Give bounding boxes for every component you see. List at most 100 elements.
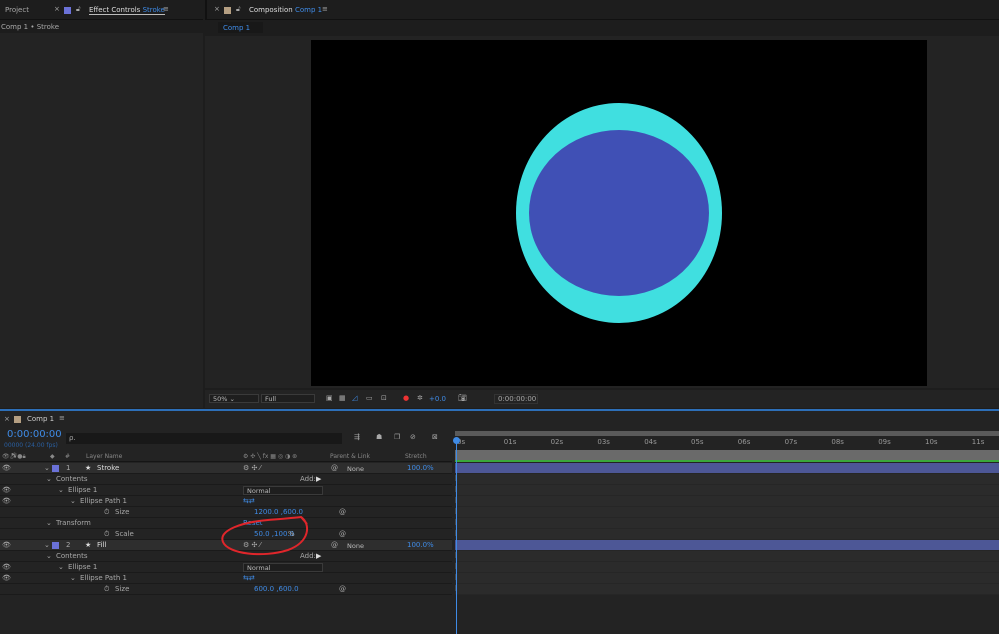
eye-icon[interactable]: 👁︎ <box>2 485 11 496</box>
comp-color-swatch <box>14 416 21 423</box>
property-row[interactable]: 👁︎ ⌄ Ellipse 1 Normal <box>0 562 452 573</box>
property-row[interactable]: 👁︎ ⌄ Ellipse 1 Normal <box>0 485 452 496</box>
expand-chevron-icon[interactable]: ⌄ <box>58 562 64 573</box>
stopwatch-icon[interactable]: ⏱︎ <box>104 507 109 518</box>
layer-header: 👁︎🔊︎●🔒︎ ◆ # Layer Name ⚙ ✣ ╲ fx ▦ ◎ ◑ ⊛ … <box>0 452 452 462</box>
tick-label: 01s <box>503 438 517 446</box>
pickwhip-icon[interactable]: @ <box>331 540 338 551</box>
tab-effect-controls[interactable]: Effect Controls Stroke <box>89 6 165 15</box>
close-icon[interactable]: × <box>4 415 10 423</box>
layer-row[interactable]: 👁︎ ⌄ 1 ★ Stroke ⚙ ✣ ⁄ @ None 100.0% <box>0 463 452 474</box>
composition-canvas[interactable] <box>311 40 927 386</box>
viewer-timecode[interactable]: 0:00:00:00 <box>494 394 538 404</box>
lock-icon[interactable]: 🔓︎ <box>236 5 241 14</box>
layer-switches[interactable]: ⚙ ✣ ⁄ <box>243 463 261 474</box>
expression-pickwhip-icon[interactable]: @ <box>339 584 346 595</box>
parent-dropdown[interactable]: None <box>343 464 398 473</box>
blend-mode-dropdown[interactable]: Normal <box>243 486 323 495</box>
blend-mode-value: Normal <box>247 487 271 495</box>
tab-timeline-comp[interactable]: Comp 1 <box>27 415 54 423</box>
stretch-value[interactable]: 100.0% <box>407 540 434 551</box>
stopwatch-icon[interactable]: ⏱︎ <box>104 584 109 595</box>
comp-subtab[interactable]: Comp 1 <box>218 22 263 33</box>
menu-icon[interactable]: ≡ <box>322 5 328 13</box>
snapshot-icon[interactable]: 📷︎ <box>458 394 467 402</box>
tab-label: Effect Controls <box>89 6 141 14</box>
header-num: # <box>65 453 71 460</box>
header-layer-name[interactable]: Layer Name <box>86 452 122 462</box>
eye-icon[interactable]: 👁︎ <box>2 496 11 507</box>
playhead-handle[interactable] <box>453 437 460 444</box>
layer-color-swatch <box>64 7 71 14</box>
eye-icon[interactable]: 👁︎ <box>2 573 11 584</box>
eye-icon[interactable]: 👁︎ <box>2 562 11 573</box>
close-icon[interactable]: × <box>214 5 220 13</box>
property-value[interactable]: 600.0 ,600.0 <box>254 584 299 595</box>
expand-chevron-icon[interactable]: ⌄ <box>58 485 64 496</box>
menu-icon[interactable]: ≡ <box>163 5 169 13</box>
label-color-swatch[interactable] <box>52 542 59 549</box>
path-direction-icon[interactable]: ⇆⇄ <box>243 496 255 507</box>
property-row[interactable]: ⌄ Contents Add: ▶ <box>0 474 452 485</box>
grid-icon[interactable]: ⊡ <box>381 394 387 402</box>
zoom-dropdown[interactable]: 50% ⌄ <box>209 394 259 403</box>
graph-editor-icon[interactable]: ⊠ <box>432 433 438 441</box>
property-row[interactable]: 👁︎ ⌄ Ellipse Path 1 ⇆⇄ <box>0 496 452 507</box>
add-button-icon[interactable]: ▶ <box>316 474 321 485</box>
star-icon: ★ <box>85 541 92 549</box>
label-color-swatch[interactable] <box>52 465 59 472</box>
work-area-bar[interactable] <box>455 431 999 436</box>
expand-chevron-icon[interactable]: ⌄ <box>70 496 76 507</box>
effect-layer-name: Stroke <box>142 6 165 14</box>
tab-project[interactable]: Project <box>5 6 29 14</box>
exposure-value[interactable]: +0.0 <box>429 395 446 403</box>
property-row[interactable]: ⏱︎ Size 600.0 ,600.0 @ <box>0 584 452 595</box>
tick-label: 03s <box>597 438 610 446</box>
expand-chevron-icon[interactable]: ⌄ <box>44 540 50 551</box>
guides-icon[interactable]: ▭ <box>366 394 373 402</box>
expand-chevron-icon[interactable]: ⌄ <box>44 463 50 474</box>
layer-name[interactable]: Fill <box>97 540 106 551</box>
property-name: Contents <box>56 475 88 483</box>
layer-name[interactable]: Stroke <box>97 463 119 474</box>
expand-chevron-icon[interactable]: ⌄ <box>46 551 52 562</box>
motion-blur-icon[interactable]: ⊘ <box>410 433 416 441</box>
expand-chevron-icon[interactable]: ⌄ <box>70 573 76 584</box>
close-icon[interactable]: × <box>54 5 60 13</box>
label-icon: ◆ <box>50 453 55 460</box>
exposure-icon[interactable]: ✲ <box>417 394 423 402</box>
tab-composition[interactable]: Composition Comp 1 <box>249 6 322 14</box>
region-icon[interactable]: ▣ <box>326 394 333 402</box>
eye-icon[interactable]: 👁︎ <box>2 463 11 474</box>
expression-pickwhip-icon[interactable]: @ <box>339 507 346 518</box>
stopwatch-icon[interactable]: ⏱︎ <box>104 529 109 540</box>
transparency-grid-icon[interactable]: ▦ <box>339 394 346 402</box>
expression-pickwhip-icon[interactable]: @ <box>339 529 346 540</box>
expand-chevron-icon[interactable]: ⌄ <box>46 474 52 485</box>
resolution-dropdown[interactable]: Full <box>261 394 315 403</box>
playhead[interactable] <box>456 438 457 634</box>
mask-visibility-icon[interactable]: ◿ <box>352 394 357 402</box>
composition-mini-flowchart-icon[interactable]: ⇶ <box>354 433 360 441</box>
pickwhip-icon[interactable]: @ <box>331 463 338 474</box>
channel-icon[interactable]: ● <box>403 394 409 402</box>
tab-label: Composition <box>249 6 293 14</box>
fill-ellipse <box>529 130 709 296</box>
layer-search-input[interactable]: ρ. <box>66 433 342 444</box>
lock-icon[interactable]: 🔓︎ <box>76 5 81 14</box>
property-row[interactable]: 👁︎ ⌄ Ellipse Path 1 ⇆⇄ <box>0 573 452 584</box>
menu-icon[interactable]: ≡ <box>59 414 65 422</box>
path-direction-icon[interactable]: ⇆⇄ <box>243 573 255 584</box>
header-stretch: Stretch <box>405 453 427 460</box>
blend-mode-dropdown[interactable]: Normal <box>243 563 323 572</box>
expand-chevron-icon[interactable]: ⌄ <box>46 518 52 529</box>
shy-layers-icon[interactable]: ☗ <box>376 433 382 441</box>
layer-number: 2 <box>66 541 71 549</box>
work-area-range[interactable] <box>455 450 999 460</box>
parent-dropdown[interactable]: None <box>343 541 398 550</box>
current-timecode[interactable]: 0:00:00:00 <box>7 429 62 440</box>
stretch-value[interactable]: 100.0% <box>407 463 434 474</box>
eye-icon[interactable]: 👁︎ <box>2 540 11 551</box>
frame-blending-icon[interactable]: ❐ <box>394 433 400 441</box>
add-button-icon[interactable]: ▶ <box>316 551 321 562</box>
